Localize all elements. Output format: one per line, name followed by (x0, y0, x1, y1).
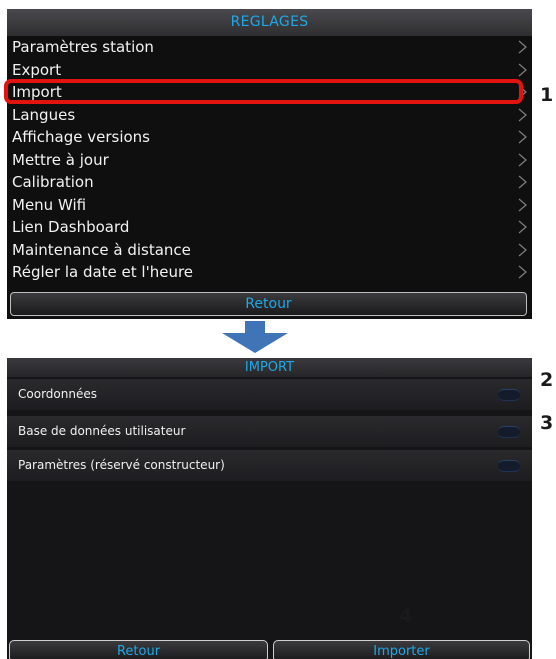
menu-item-label: Mettre à jour (12, 150, 109, 169)
menu-item-label: Affichage versions (12, 128, 150, 146)
settings-menu: Paramètres station Export Import Langues… (7, 36, 532, 284)
menu-item-label: Lien Dashboard (12, 218, 130, 236)
menu-item-label: Régler la date et l'heure (12, 263, 194, 281)
import-button[interactable]: Importer (273, 640, 530, 659)
row-label: Coordonnées (18, 387, 97, 401)
menu-item-mettre-a-jour[interactable]: Mettre à jour (7, 149, 532, 172)
chevron-right-icon (517, 108, 528, 122)
import-highlight (4, 79, 523, 104)
toggle-switch[interactable] (498, 389, 520, 401)
menu-item-label: Export (12, 60, 62, 79)
menu-item-export[interactable]: Export (7, 59, 532, 82)
row-label: Base de données utilisateur (18, 424, 186, 438)
callout-4: 4 (399, 605, 413, 627)
chevron-right-icon (517, 175, 528, 189)
menu-item-label: Maintenance à distance (12, 240, 191, 259)
import-screen: IMPORT Coordonnées Base de données utili… (7, 358, 532, 659)
menu-item-lien-dashboard[interactable]: Lien Dashboard (7, 216, 532, 239)
row-label: Paramètres (réservé constructeur) (18, 458, 225, 472)
back-button[interactable]: Retour (9, 640, 268, 659)
callout-1: 1 (540, 84, 554, 106)
arrow-down-icon (220, 321, 290, 353)
menu-item-langues[interactable]: Langues (7, 104, 532, 127)
import-row-base-de-donnees[interactable]: Base de données utilisateur (7, 416, 532, 447)
chevron-right-icon (517, 198, 528, 212)
chevron-right-icon (517, 63, 528, 77)
back-button[interactable]: Retour (10, 292, 527, 316)
callout-2: 2 (540, 369, 554, 391)
chevron-right-icon (517, 153, 528, 167)
menu-item-affichage-versions[interactable]: Affichage versions (7, 126, 532, 149)
import-header: IMPORT (7, 358, 532, 377)
menu-item-regler-date-heure[interactable]: Régler la date et l'heure (7, 261, 532, 284)
chevron-right-icon (517, 220, 528, 234)
callout-3: 3 (540, 412, 554, 434)
menu-item-menu-wifi[interactable]: Menu Wifi (7, 194, 532, 217)
menu-item-label: Calibration (12, 173, 94, 191)
settings-screen: REGLAGES Paramètres station Export Impor… (7, 9, 532, 319)
chevron-right-icon (517, 265, 528, 279)
import-row-coordonnees[interactable]: Coordonnées (7, 379, 532, 410)
settings-header: REGLAGES (7, 9, 532, 36)
chevron-right-icon (517, 130, 528, 144)
toggle-switch[interactable] (498, 426, 520, 438)
menu-item-maintenance-a-distance[interactable]: Maintenance à distance (7, 239, 532, 262)
chevron-right-icon (517, 243, 528, 257)
menu-item-label: Paramètres station (12, 38, 154, 56)
menu-item-label: Menu Wifi (12, 195, 87, 214)
menu-item-label: Langues (12, 105, 76, 124)
menu-item-parametres-station[interactable]: Paramètres station (7, 36, 532, 59)
menu-item-calibration[interactable]: Calibration (7, 171, 532, 194)
toggle-switch[interactable] (498, 460, 520, 472)
import-row-parametres[interactable]: Paramètres (réservé constructeur) (7, 450, 532, 481)
chevron-right-icon (517, 40, 528, 54)
